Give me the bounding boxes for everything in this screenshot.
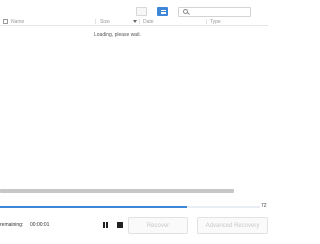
loading-message: Loading, please wait.: [94, 32, 141, 38]
remaining-label: remaining:: [0, 222, 24, 228]
remaining-time: 00:00:01: [30, 222, 50, 228]
progress-percent: 72: [261, 203, 267, 209]
column-separator[interactable]: [139, 19, 140, 24]
advanced-recovery-button[interactable]: Advanced Recovery: [197, 217, 268, 234]
search-input[interactable]: [178, 7, 251, 17]
column-name[interactable]: Name: [11, 19, 24, 25]
sort-arrow-icon: [133, 20, 137, 23]
column-type[interactable]: Type: [210, 19, 221, 25]
stop-icon[interactable]: [117, 222, 123, 228]
column-header: Name Size Date Type: [0, 18, 268, 26]
toolbar: [0, 0, 268, 17]
list-view-button[interactable]: [136, 7, 147, 16]
column-separator[interactable]: [95, 19, 96, 24]
search-icon: [183, 9, 188, 14]
horizontal-scrollbar[interactable]: [0, 189, 234, 193]
pause-icon[interactable]: [103, 222, 109, 228]
select-all-checkbox[interactable]: [3, 19, 8, 24]
scan-progress-bar: [0, 206, 260, 208]
details-view-button[interactable]: [157, 7, 168, 16]
details-view-icon: [161, 10, 166, 14]
scan-progress-fill: [0, 206, 188, 208]
recover-button[interactable]: Recover: [128, 217, 188, 234]
column-separator[interactable]: [206, 19, 207, 24]
column-date[interactable]: Date: [143, 19, 154, 25]
column-size[interactable]: Size: [100, 19, 110, 25]
